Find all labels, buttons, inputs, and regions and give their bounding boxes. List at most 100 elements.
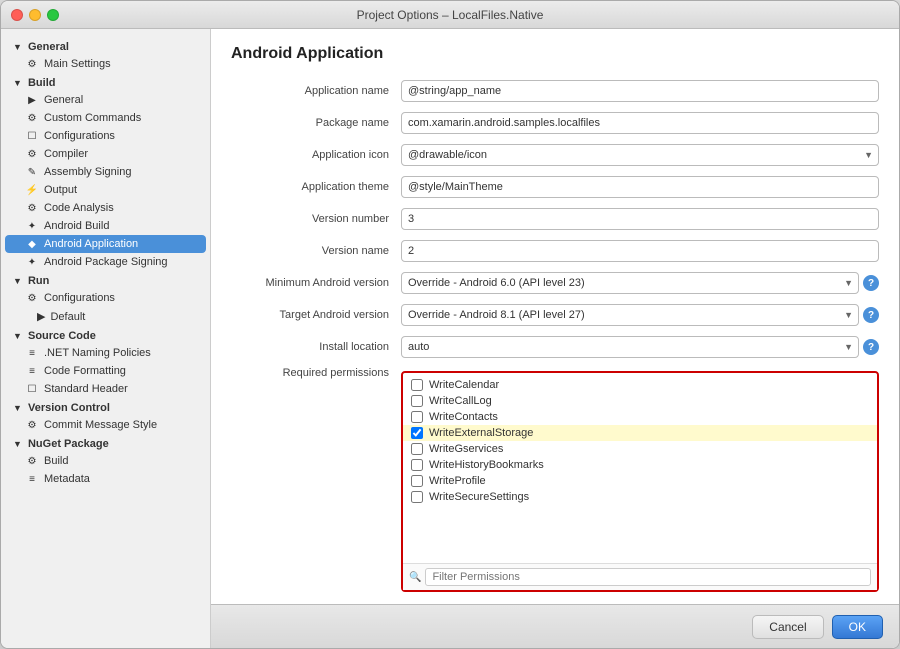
sidebar-item-commit-message[interactable]: ⚙ Commit Message Style	[1, 416, 210, 434]
permission-write-secure-settings: WriteSecureSettings	[403, 489, 877, 505]
target-android-version-help[interactable]: ?	[863, 307, 879, 323]
application-name-label: Application name	[231, 85, 401, 97]
sidebar-item-run-configurations-label: Configurations	[44, 292, 115, 304]
standard-header-icon: ☐	[25, 384, 39, 395]
cancel-button[interactable]: Cancel	[752, 615, 823, 639]
sidebar-section-run[interactable]: ▼ Run	[1, 271, 210, 289]
application-icon-label: Application icon	[231, 149, 401, 161]
sidebar-item-nuget-metadata[interactable]: ≡ Metadata	[1, 470, 210, 488]
sidebar-item-android-application[interactable]: ◆ Android Application	[5, 235, 206, 253]
sidebar-item-android-package-signing[interactable]: ✦ Android Package Signing	[1, 253, 210, 271]
install-location-select-wrapper: auto ▼	[401, 336, 859, 358]
sidebar-section-build-label: Build	[28, 77, 56, 89]
traffic-lights	[11, 9, 59, 21]
sidebar-section-nuget[interactable]: ▼ NuGet Package	[1, 434, 210, 452]
sidebar-item-standard-header[interactable]: ☐ Standard Header	[1, 380, 210, 398]
sidebar-item-standard-header-label: Standard Header	[44, 383, 128, 395]
sidebar-item-build-general[interactable]: ▶ General	[1, 91, 210, 109]
sidebar-section-version-control-label: Version Control	[28, 402, 110, 414]
sidebar-item-run-default-label: Default	[50, 311, 85, 323]
application-theme-label: Application theme	[231, 181, 401, 193]
sidebar-item-code-formatting[interactable]: ≡ Code Formatting	[1, 362, 210, 380]
install-location-row: Install location auto ▼ ?	[231, 335, 879, 359]
permission-write-calendar-checkbox[interactable]	[411, 379, 423, 391]
sidebar-item-custom-commands[interactable]: ⚙ Custom Commands	[1, 109, 210, 127]
min-android-version-help[interactable]: ?	[863, 275, 879, 291]
sidebar-item-run-configurations[interactable]: ⚙ Configurations	[1, 289, 210, 307]
permission-write-call-log-checkbox[interactable]	[411, 395, 423, 407]
package-name-input[interactable]	[401, 112, 879, 134]
permission-write-contacts-label: WriteContacts	[429, 411, 498, 423]
permission-write-calendar-label: WriteCalendar	[429, 379, 499, 391]
main-content: Android Application Application name Pac…	[211, 29, 899, 604]
permission-write-calendar: WriteCalendar	[403, 377, 877, 393]
sidebar-section-general-label: General	[28, 41, 69, 53]
application-theme-input[interactable]	[401, 176, 879, 198]
min-android-version-select[interactable]: Override - Android 6.0 (API level 23)	[401, 272, 859, 294]
sidebar-item-android-build[interactable]: ✦ Android Build	[1, 217, 210, 235]
run-configs-icon: ⚙	[25, 293, 39, 304]
permission-write-profile-label: WriteProfile	[429, 475, 486, 487]
sidebar-item-net-naming[interactable]: ≡ .NET Naming Policies	[1, 344, 210, 362]
permissions-filter-area: 🔍	[403, 563, 877, 590]
version-name-row: Version name	[231, 239, 879, 263]
application-name-input[interactable]	[401, 80, 879, 102]
install-location-help[interactable]: ?	[863, 339, 879, 355]
android-build-icon: ✦	[25, 221, 39, 232]
application-icon-select[interactable]: @drawable/icon	[401, 144, 879, 166]
version-name-input[interactable]	[401, 240, 879, 262]
target-android-version-label: Target Android version	[231, 309, 401, 321]
sidebar-section-version-control[interactable]: ▼ Version Control	[1, 398, 210, 416]
assembly-signing-icon: ✎	[25, 167, 39, 178]
sidebar-item-output[interactable]: ⚡ Output	[1, 181, 210, 199]
configurations-icon: ☐	[25, 131, 39, 142]
install-location-select[interactable]: auto	[401, 336, 859, 358]
window-title: Project Options – LocalFiles.Native	[357, 8, 544, 22]
main-panel: Android Application Application name Pac…	[211, 29, 899, 648]
sidebar-item-configurations-label: Configurations	[44, 130, 115, 142]
application-icon-select-wrapper: @drawable/icon ▼	[401, 144, 879, 166]
permission-write-gservices-checkbox[interactable]	[411, 443, 423, 455]
ok-button[interactable]: OK	[832, 615, 883, 639]
version-number-control	[401, 208, 879, 230]
permission-write-contacts: WriteContacts	[403, 409, 877, 425]
sidebar-item-code-formatting-label: Code Formatting	[44, 365, 126, 377]
sidebar-item-main-settings[interactable]: ⚙ Main Settings	[1, 55, 210, 73]
version-name-label: Version name	[231, 245, 401, 257]
target-android-version-control: Override - Android 8.1 (API level 27) ▼ …	[401, 304, 879, 326]
sidebar-section-build[interactable]: ▼ Build	[1, 73, 210, 91]
maximize-button[interactable]	[47, 9, 59, 21]
sidebar-item-code-analysis-label: Code Analysis	[44, 202, 114, 214]
sidebar-item-code-analysis[interactable]: ⚙ Code Analysis	[1, 199, 210, 217]
sidebar-section-general[interactable]: ▼ General	[1, 37, 210, 55]
version-name-control	[401, 240, 879, 262]
minimize-button[interactable]	[29, 9, 41, 21]
close-button[interactable]	[11, 9, 23, 21]
permission-write-history-bookmarks-checkbox[interactable]	[411, 459, 423, 471]
permission-write-gservices-label: WriteGservices	[429, 443, 503, 455]
permission-write-secure-settings-label: WriteSecureSettings	[429, 491, 529, 503]
sidebar-section-source-code[interactable]: ▼ Source Code	[1, 326, 210, 344]
permission-write-gservices: WriteGservices	[403, 441, 877, 457]
sidebar-item-build-general-label: General	[44, 94, 83, 106]
target-android-version-select[interactable]: Override - Android 8.1 (API level 27)	[401, 304, 859, 326]
permission-write-secure-settings-checkbox[interactable]	[411, 491, 423, 503]
commit-message-icon: ⚙	[25, 420, 39, 431]
sidebar-item-compiler[interactable]: ⚙ Compiler	[1, 145, 210, 163]
main-window: Project Options – LocalFiles.Native ▼ Ge…	[0, 0, 900, 649]
arrow-build: ▼	[13, 78, 22, 88]
sidebar-item-assembly-signing[interactable]: ✎ Assembly Signing	[1, 163, 210, 181]
permission-write-contacts-checkbox[interactable]	[411, 411, 423, 423]
permission-write-external-storage-checkbox[interactable]	[411, 427, 423, 439]
permission-write-profile-checkbox[interactable]	[411, 475, 423, 487]
permissions-filter-input[interactable]	[425, 568, 871, 586]
sidebar-item-android-build-label: Android Build	[44, 220, 109, 232]
sidebar-item-run-default[interactable]: ▶ Default	[1, 307, 210, 326]
custom-commands-icon: ⚙	[25, 113, 39, 124]
sidebar-item-nuget-build[interactable]: ⚙ Build	[1, 452, 210, 470]
sidebar-item-configurations[interactable]: ☐ Configurations	[1, 127, 210, 145]
min-android-version-select-wrapper: Override - Android 6.0 (API level 23) ▼	[401, 272, 859, 294]
filter-icon: 🔍	[409, 572, 421, 583]
version-number-input[interactable]	[401, 208, 879, 230]
application-icon-row: Application icon @drawable/icon ▼	[231, 143, 879, 167]
